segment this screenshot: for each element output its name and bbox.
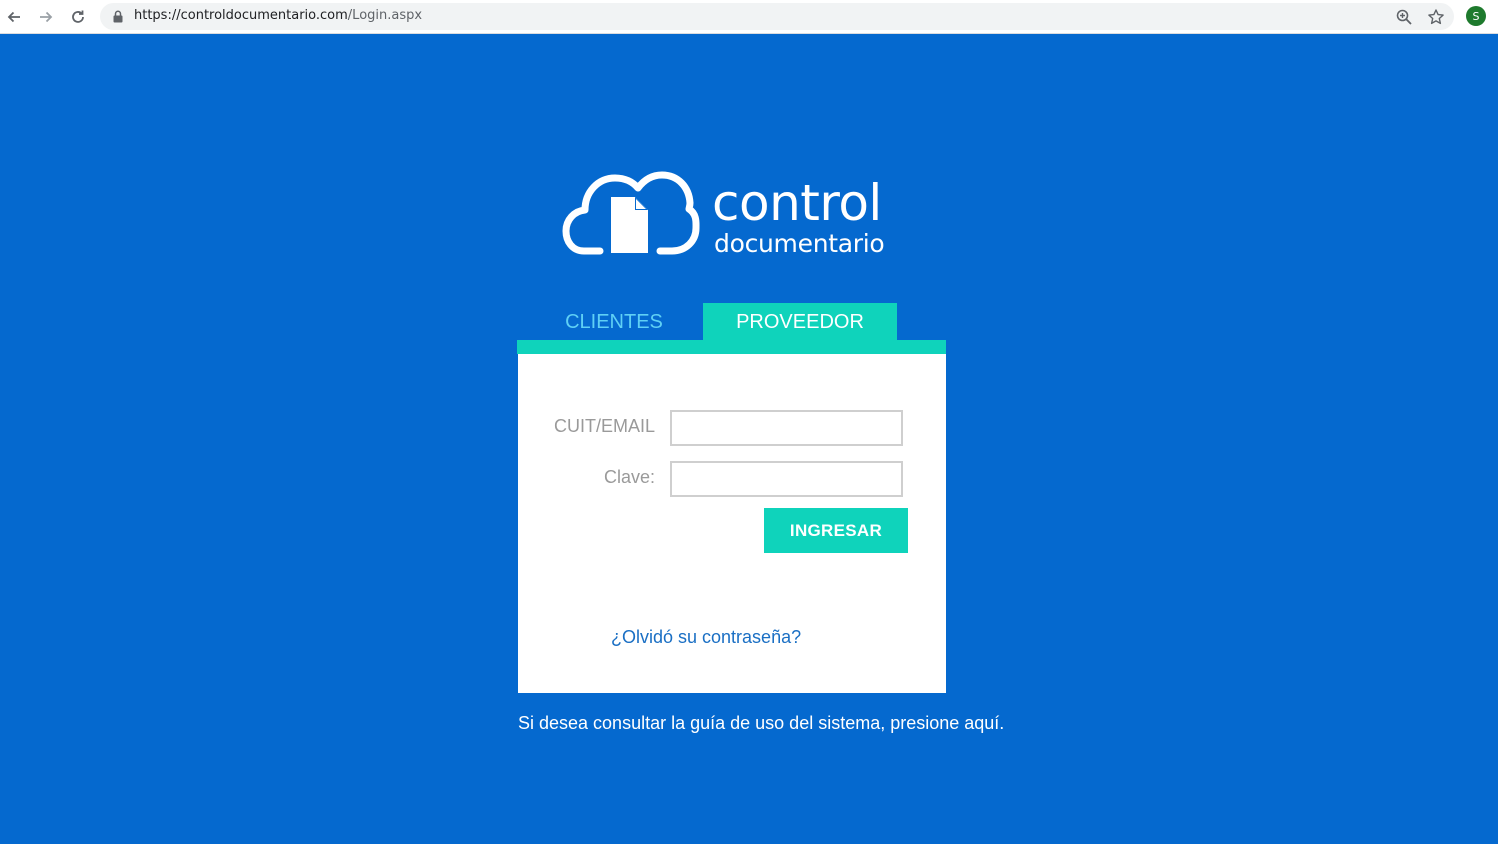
cloud-document-icon — [562, 171, 700, 255]
zoom-icon[interactable] — [1395, 8, 1413, 26]
tab-clientes[interactable]: CLIENTES — [527, 303, 701, 341]
url-path: /Login.aspx — [347, 8, 423, 23]
logo-word-documentario: documentario — [714, 229, 885, 258]
arrow-right-icon — [40, 11, 53, 23]
cuit-email-field[interactable] — [670, 410, 903, 446]
logo: control documentario — [562, 165, 902, 260]
password-label: Clave: — [603, 467, 655, 487]
reload-button[interactable] — [66, 5, 90, 29]
ingresar-button[interactable]: INGRESAR — [764, 508, 908, 553]
address-bar[interactable]: https://controldocumentario.com/Login.as… — [100, 3, 1454, 30]
reload-icon — [72, 10, 84, 23]
profile-avatar[interactable]: S — [1466, 6, 1486, 26]
password-field[interactable] — [670, 461, 903, 497]
user-label: CUIT/EMAIL — [553, 416, 655, 436]
logo-word-control: control — [712, 174, 882, 232]
forward-button[interactable] — [34, 5, 58, 29]
star-icon[interactable] — [1427, 8, 1445, 26]
url-host: https://controldocumentario.com — [134, 8, 348, 23]
tab-underline — [517, 340, 946, 354]
url-text[interactable]: https://controldocumentario.com/Login.as… — [134, 8, 422, 23]
back-button[interactable] — [2, 5, 26, 29]
login-card: CUIT/EMAIL Clave: INGRESAR ¿Olvidó su co… — [518, 354, 946, 693]
lock-icon — [113, 10, 123, 23]
user-guide-link[interactable]: Si desea consultar la guía de uso del si… — [518, 713, 1004, 734]
browser-toolbar: https://controldocumentario.com/Login.as… — [0, 0, 1498, 34]
forgot-password-link[interactable]: ¿Olvidó su contraseña? — [611, 627, 801, 648]
tab-proveedor[interactable]: PROVEEDOR — [703, 303, 897, 341]
arrow-left-icon — [7, 11, 20, 23]
